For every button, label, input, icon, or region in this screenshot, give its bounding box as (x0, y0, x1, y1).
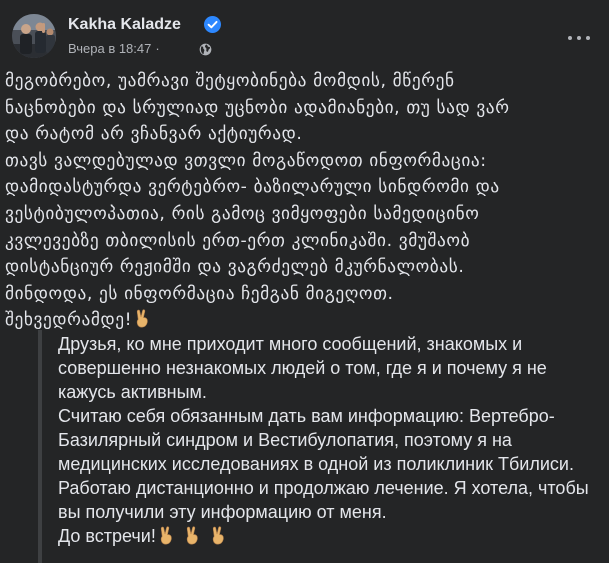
post-line-closing: შეხვედრამდე! (5, 307, 585, 334)
more-options-dot (586, 36, 590, 40)
post-line: Считаю себя обязанным дать вам информаци… (58, 406, 555, 426)
quote-bar (38, 330, 42, 563)
avatar-photo (12, 14, 56, 58)
verified-badge-icon (204, 16, 221, 33)
more-options-dot (577, 36, 581, 40)
post-line: და რატომ არ ვჩანვარ აქტიურად. (5, 124, 303, 145)
post-header: Kakha Kaladze Вчера в 18:47 · (12, 12, 597, 60)
post-line: შეხვედრამდე! (5, 310, 133, 331)
victory-hand-emoji (160, 526, 172, 545)
post-line: кажусь активным. (58, 382, 207, 402)
post-line: Работаю дистанционно и продолжаю лечение… (58, 478, 589, 498)
post-line-closing: До встречи! (58, 524, 608, 548)
globe-icon[interactable] (199, 43, 212, 56)
post-text-georgian: მეგობრებო, უამრავი შეტყობინება მომდის, მ… (5, 68, 585, 334)
post-line: Друзья, ко мне приходит много сообщений,… (58, 334, 523, 354)
author-name[interactable]: Kakha Kaladze (68, 16, 181, 34)
post-line: მეგობრებო, უამრავი შეტყობინება მომდის, მ… (5, 71, 455, 91)
post-line: ნაცნობები და სრულიად უცნობი ადამიანები, … (5, 97, 510, 118)
post-line: დამიდასტურდა ვერტებრო- ბაზილარული სინდრო… (5, 177, 500, 198)
post-line: თავს ვალდებულად ვთვლი მოგაწოდოთ ინფორმაც… (5, 150, 487, 171)
post-line: совершенно незнакомых людей о том, где я… (58, 358, 547, 378)
post-line: მინდოდა, ეს ინფორმაცია ჩემგან მიგეღოთ. (5, 283, 394, 304)
post-line: Базилярный синдром и Вестибулопатия, поэ… (58, 430, 512, 450)
facebook-post: Kakha Kaladze Вчера в 18:47 · მეგობრებო, … (0, 0, 609, 563)
post-meta: Вчера в 18:47 · (68, 41, 164, 56)
post-line: вы получили эту информацию от меня. (58, 502, 387, 522)
victory-hand-emoji (186, 526, 198, 545)
post-line: До встречи! (58, 526, 156, 546)
more-options-button[interactable] (561, 20, 597, 56)
post-line: კვლევებზე თბილისის ერთ-ერთ კლინიკაში. ვმ… (5, 230, 471, 251)
post-timestamp[interactable]: Вчера в 18:47 (68, 41, 151, 56)
post-line: დისტანციურ რეჟიმში და ვაგრძელებ მკურნალო… (5, 257, 465, 278)
more-options-icon (568, 36, 572, 40)
author-avatar[interactable] (12, 14, 56, 58)
post-line: медицинских исследованиях в одной из пол… (58, 454, 574, 474)
post-text-russian: Друзья, ко мне приходит много сообщений,… (58, 332, 608, 548)
post-line: ვესტიბულოპათია, რის გამოც ვიმყოფები სამე… (5, 203, 480, 224)
victory-hand-emoji (212, 526, 224, 545)
meta-separator: · (155, 41, 160, 56)
victory-hand-emoji (136, 309, 148, 328)
